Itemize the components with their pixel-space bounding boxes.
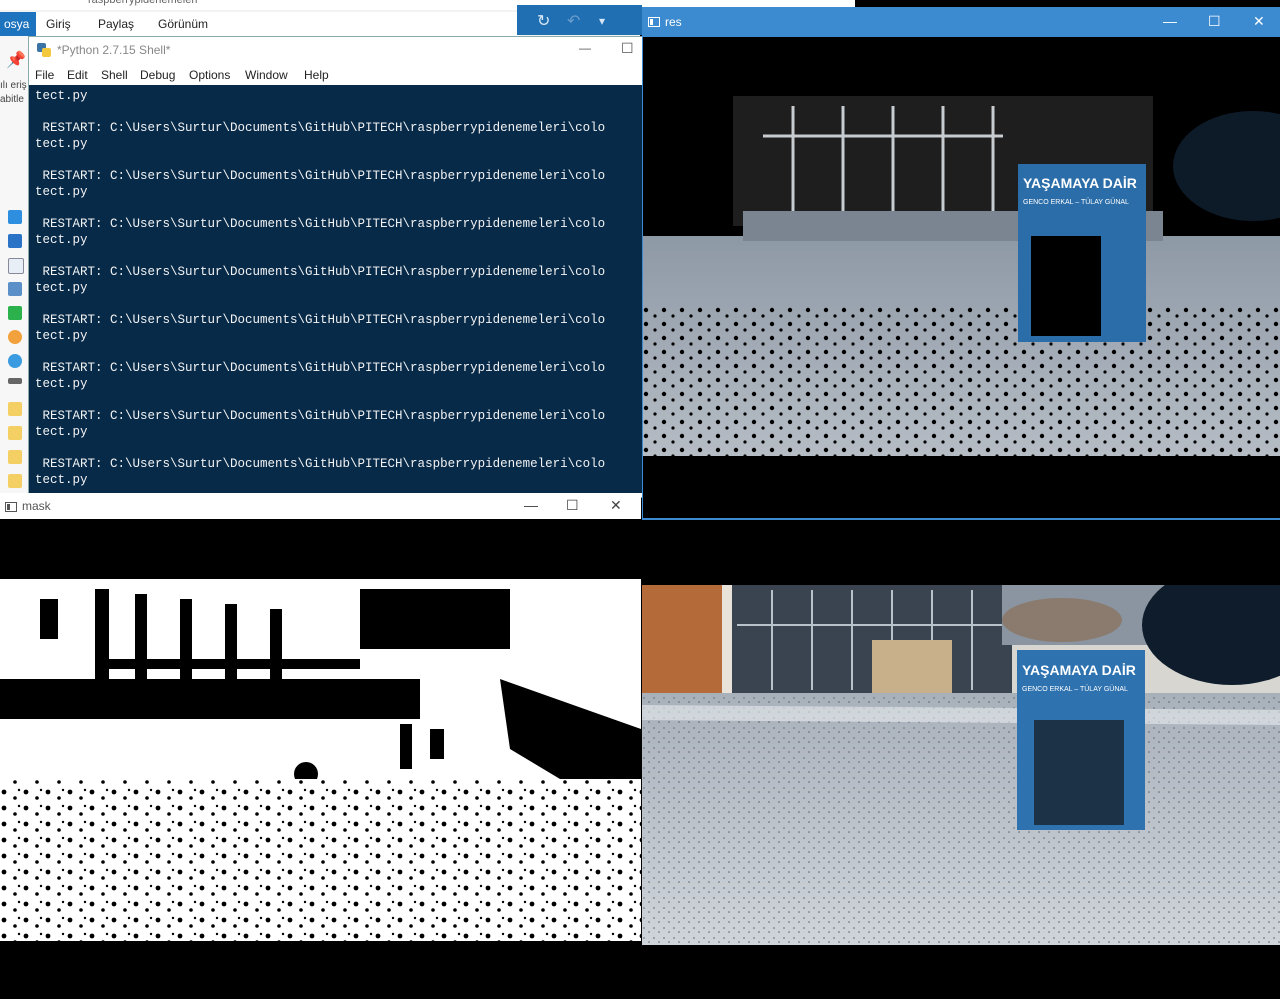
- camera-frame-image: YAŞAMAYA DAİR GENCO ERKAL – TÜLAY GÜNAL: [642, 585, 1280, 945]
- console-line: tect.py: [35, 329, 88, 343]
- console-restart-line: RESTART: C:\Users\Surtur\Documents\GitHu…: [35, 121, 606, 135]
- explorer-quick-toolbar: ↻ ↶ ▾: [517, 5, 642, 35]
- res-book-title: YAŞAMAYA DAİR: [1023, 175, 1137, 191]
- tab-home[interactable]: Giriş: [46, 12, 71, 36]
- res-maximize-button[interactable]: ☐: [1208, 13, 1221, 30]
- shell-minimize-button[interactable]: —: [579, 41, 591, 55]
- pictures-icon[interactable]: [8, 282, 22, 296]
- shell-title: *Python 2.7.15 Shell*: [57, 43, 171, 57]
- explorer-nav-pane: 📌 ılı eriş abitle: [0, 36, 28, 496]
- console-line: tect.py: [35, 473, 88, 487]
- menu-debug[interactable]: Debug: [140, 68, 175, 82]
- console-line: tect.py: [35, 281, 88, 295]
- mask-close-button[interactable]: ✕: [610, 497, 622, 514]
- folder-icon[interactable]: [8, 402, 22, 416]
- console-line: tect.py: [35, 137, 88, 151]
- drive-icon[interactable]: [8, 378, 22, 384]
- dropdown-icon[interactable]: ▾: [599, 14, 605, 28]
- mask-minimize-button[interactable]: —: [524, 497, 538, 513]
- quick-access-label: ılı eriş: [0, 80, 27, 91]
- mask-image: [0, 579, 641, 941]
- res-minimize-button[interactable]: —: [1163, 13, 1177, 29]
- res-titlebar: res — ☐ ✕: [643, 7, 1280, 37]
- console-line: tect.py: [35, 89, 88, 103]
- tab-share[interactable]: Paylaş: [98, 12, 134, 36]
- explorer-ribbon: [0, 12, 520, 37]
- console-restart-line: RESTART: C:\Users\Surtur\Documents\GitHu…: [35, 313, 606, 327]
- res-book-authors: GENCO ERKAL – TÜLAY GÜNAL: [1023, 198, 1129, 206]
- pin-label: abitle: [0, 94, 24, 105]
- folder-edit-icon-2[interactable]: [8, 450, 22, 464]
- tab-file[interactable]: osya: [0, 12, 36, 36]
- menu-options[interactable]: Options: [189, 68, 230, 82]
- res-image: YAŞAMAYA DAİR GENCO ERKAL – TÜLAY GÜNAL: [643, 96, 1280, 456]
- folder-edit-icon[interactable]: [8, 426, 22, 440]
- shell-maximize-button[interactable]: ☐: [621, 40, 634, 57]
- res-title: res: [665, 15, 682, 29]
- window-icon: [648, 17, 660, 27]
- menu-shell[interactable]: Shell: [101, 68, 128, 82]
- python-logo-icon: [37, 43, 51, 57]
- camera-book-title: YAŞAMAYA DAİR: [1022, 662, 1136, 678]
- mask-title: mask: [22, 499, 51, 513]
- desktop-icon[interactable]: [8, 210, 22, 224]
- mask-maximize-button[interactable]: ☐: [566, 497, 579, 514]
- console-restart-line: RESTART: C:\Users\Surtur\Documents\GitHu…: [35, 217, 606, 231]
- console-restart-line: RESTART: C:\Users\Surtur\Documents\GitHu…: [35, 409, 606, 423]
- shell-titlebar: *Python 2.7.15 Shell* — ☐: [29, 37, 643, 63]
- console-restart-line: RESTART: C:\Users\Surtur\Documents\GitHu…: [35, 361, 606, 375]
- refresh-icon[interactable]: ↻: [537, 11, 550, 31]
- photos-icon[interactable]: [8, 330, 22, 344]
- documents-icon[interactable]: [8, 258, 24, 274]
- console-line: tect.py: [35, 377, 88, 391]
- console-restart-line: RESTART: C:\Users\Surtur\Documents\GitHu…: [35, 457, 606, 471]
- console-line: tect.py: [35, 425, 88, 439]
- res-close-button[interactable]: ✕: [1253, 13, 1265, 30]
- window-icon: [5, 502, 17, 512]
- tab-view[interactable]: Görünüm: [158, 12, 208, 36]
- shell-console-output[interactable]: tect.py RESTART: C:\Users\Surtur\Documen…: [29, 85, 643, 493]
- mask-window: mask — ☐ ✕: [0, 493, 641, 999]
- explorer-title: raspberrypidenemeleri: [88, 0, 198, 6]
- python-shell-window: *Python 2.7.15 Shell* — ☐ File Edit Shel…: [28, 36, 644, 498]
- menu-edit[interactable]: Edit: [67, 68, 88, 82]
- camera-book-authors: GENCO ERKAL – TÜLAY GÜNAL: [1022, 685, 1128, 693]
- onedrive-icon[interactable]: [8, 354, 22, 368]
- console-restart-line: RESTART: C:\Users\Surtur\Documents\GitHu…: [35, 265, 606, 279]
- res-window: res — ☐ ✕ YAŞAMAYA DAİR GENCO ERKAL – TÜ…: [642, 7, 1280, 520]
- menu-window[interactable]: Window: [245, 68, 288, 82]
- folder-icon-2[interactable]: [8, 474, 22, 488]
- menu-file[interactable]: File: [35, 68, 54, 82]
- undo-icon[interactable]: ↶: [567, 11, 580, 31]
- menu-help[interactable]: Help: [304, 68, 329, 82]
- console-line: tect.py: [35, 185, 88, 199]
- downloads-icon[interactable]: [8, 234, 22, 248]
- mask-titlebar: mask — ☐ ✕: [0, 493, 641, 519]
- pin-icon[interactable]: 📌: [6, 50, 26, 70]
- shell-menubar: File Edit Shell Debug Options Window Hel…: [29, 63, 643, 85]
- console-line: tect.py: [35, 233, 88, 247]
- console-restart-line: RESTART: C:\Users\Surtur\Documents\GitHu…: [35, 169, 606, 183]
- google-drive-icon[interactable]: [8, 306, 22, 320]
